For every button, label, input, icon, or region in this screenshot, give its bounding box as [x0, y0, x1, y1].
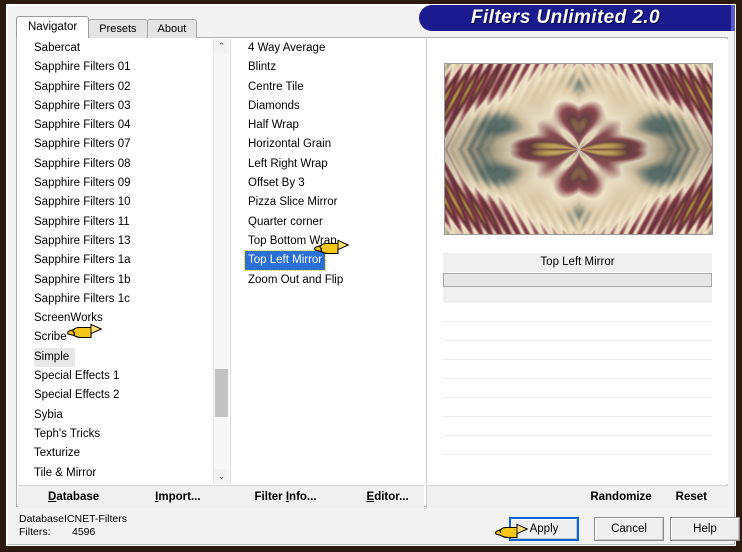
category-item[interactable]: Sapphire Filters 04 [18, 116, 212, 135]
tab-strip[interactable]: Navigator Presets About [16, 16, 198, 38]
filter-item-label: Quarter corner [248, 215, 323, 228]
filter-item[interactable]: 4 Way Average [231, 39, 425, 58]
category-item[interactable]: Sapphire Filters 10 [18, 193, 212, 212]
category-item[interactable]: Tilers [18, 483, 212, 484]
import-button[interactable]: Import... [155, 491, 200, 503]
preview-image[interactable] [444, 63, 713, 235]
category-item[interactable]: Sapphire Filters 11 [18, 213, 212, 232]
database-label: Database: [19, 513, 67, 525]
category-item[interactable]: Sapphire Filters 01 [18, 58, 212, 77]
filter-item[interactable]: Top Bottom Wrap [231, 232, 425, 251]
randomize-button[interactable]: Randomize [587, 490, 654, 504]
filter-list[interactable]: 4 Way Average Blintz Centre Tile Diamonds Ha… [231, 39, 425, 290]
reset-button[interactable]: Reset [673, 490, 710, 504]
preview-panel: Top Left Mirror [426, 39, 728, 484]
category-item[interactable]: Sapphire Filters 1c [18, 290, 212, 309]
filter-item-label: 4 Way Average [248, 42, 326, 54]
parameter-blank-rows [443, 303, 712, 455]
parameter-blank-row [443, 341, 712, 360]
navigator-toolbar: Database Import... Filter Info... Editor… [18, 485, 424, 508]
parameter-title: Top Left Mirror [443, 253, 712, 272]
database-value: ICNET-Filters [64, 513, 127, 525]
filters-label: Filters: [19, 526, 51, 538]
filter-item-label: Top Left Mirror [243, 250, 327, 272]
category-item[interactable]: ScreenWorks [18, 309, 212, 328]
filter-item-label: Diamonds [248, 99, 300, 112]
preview-canvas [445, 64, 712, 234]
parameter-area: Top Left Mirror [443, 253, 712, 455]
parameter-pad [443, 287, 712, 303]
filter-item-label: Pizza Slice Mirror [248, 196, 338, 209]
filter-item-label: Top Bottom Wrap [248, 234, 337, 247]
category-item[interactable]: Sapphire Filters 09 [18, 174, 212, 193]
category-item[interactable]: Teph's Tricks [18, 425, 212, 444]
database-button[interactable]: Database [48, 491, 99, 503]
filter-item[interactable]: Diamonds [231, 97, 425, 116]
tab-about[interactable]: About [146, 19, 198, 38]
help-button[interactable]: Help [670, 517, 740, 541]
filter-item-label: Horizontal Grain [248, 138, 332, 151]
cancel-button[interactable]: Cancel [594, 517, 664, 541]
parameter-blank-row [443, 322, 712, 341]
filter-item[interactable]: Zoom Out and Flip [231, 271, 425, 290]
editor-button[interactable]: Editor... [367, 491, 409, 503]
chevron-up-icon[interactable]: ⌃ [214, 39, 229, 54]
app-title: Filters Unlimited 2.0 [471, 7, 660, 28]
category-item[interactable]: Sapphire Filters 03 [18, 97, 212, 116]
parameter-slider[interactable] [443, 273, 712, 287]
category-item[interactable]: Sapphire Filters 07 [18, 135, 212, 154]
category-item[interactable]: Simple [18, 347, 212, 368]
tab-navigator[interactable]: Navigator [16, 16, 90, 38]
category-panel: Sabercat Sapphire Filters 01 Sapphire Filt… [18, 39, 229, 484]
category-item[interactable]: Sapphire Filters 1a [18, 251, 212, 270]
filter-item[interactable]: Horizontal Grain [231, 135, 425, 154]
parameter-blank-row [443, 303, 712, 322]
parameter-blank-row [443, 417, 712, 436]
category-item[interactable]: Sybia [18, 406, 212, 425]
category-list[interactable]: Sabercat Sapphire Filters 01 Sapphire Filt… [18, 39, 212, 484]
category-item[interactable]: Special Effects 1 [18, 367, 212, 386]
filter-item[interactable]: Left Right Wrap [231, 155, 425, 174]
category-item[interactable]: Sapphire Filters 13 [18, 232, 212, 251]
filter-info-button[interactable]: Filter Info... [255, 491, 317, 503]
category-item[interactable]: Sapphire Filters 02 [18, 78, 212, 97]
filter-item-label: Offset By 3 [248, 177, 305, 190]
filter-item[interactable]: Pizza Slice Mirror [231, 193, 425, 212]
window-frame: Filters Unlimited 2.0 Navigator Presets Ab… [6, 4, 740, 546]
filter-item[interactable]: Half Wrap [231, 116, 425, 135]
category-item[interactable]: Sapphire Filters 08 [18, 155, 212, 174]
category-item[interactable]: Special Effects 2 [18, 386, 212, 405]
filter-panel: 4 Way Average Blintz Centre Tile Diamonds Ha… [230, 39, 425, 484]
category-item[interactable]: Scribe [18, 328, 212, 347]
filter-item[interactable]: Offset By 3 [231, 174, 425, 193]
category-item-label: Simple [34, 347, 76, 368]
tab-presets[interactable]: Presets [88, 19, 148, 38]
filter-item[interactable]: Blintz [231, 58, 425, 77]
apply-button[interactable]: Apply [509, 517, 579, 541]
parameter-blank-row [443, 398, 712, 417]
filter-item-label: Zoom Out and Flip [248, 273, 344, 286]
category-item[interactable]: Tile & Mirror [18, 464, 212, 483]
parameter-blank-row [443, 436, 712, 455]
title-bar: Filters Unlimited 2.0 [419, 5, 735, 31]
filter-item-label: Centre Tile [248, 80, 304, 93]
preview-actions: Randomize Reset [426, 485, 728, 508]
category-item[interactable]: Sabercat [18, 39, 212, 58]
filter-item[interactable]: Top Left Mirror [231, 250, 425, 272]
parameter-blank-row [443, 360, 712, 379]
filters-count: 4596 [72, 526, 96, 538]
category-item[interactable]: Sapphire Filters 1b [18, 271, 212, 290]
category-item[interactable]: Texturize [18, 444, 212, 463]
filter-item[interactable]: Centre Tile [231, 78, 425, 97]
application-window: Filters Unlimited 2.0 Navigator Presets Ab… [0, 0, 742, 552]
tab-content-navigator: Sabercat Sapphire Filters 01 Sapphire Filt… [16, 37, 728, 508]
filter-item-label: Blintz [248, 61, 277, 74]
category-scrollbar[interactable]: ⌃ ⌄ [213, 39, 229, 484]
filter-item[interactable]: Quarter corner [231, 213, 425, 232]
parameter-blank-row [443, 379, 712, 398]
chevron-down-icon[interactable]: ⌄ [214, 469, 229, 484]
filter-item-label: Left Right Wrap [248, 157, 328, 170]
scrollbar-thumb[interactable] [215, 369, 228, 417]
filter-item-label: Half Wrap [248, 119, 299, 132]
